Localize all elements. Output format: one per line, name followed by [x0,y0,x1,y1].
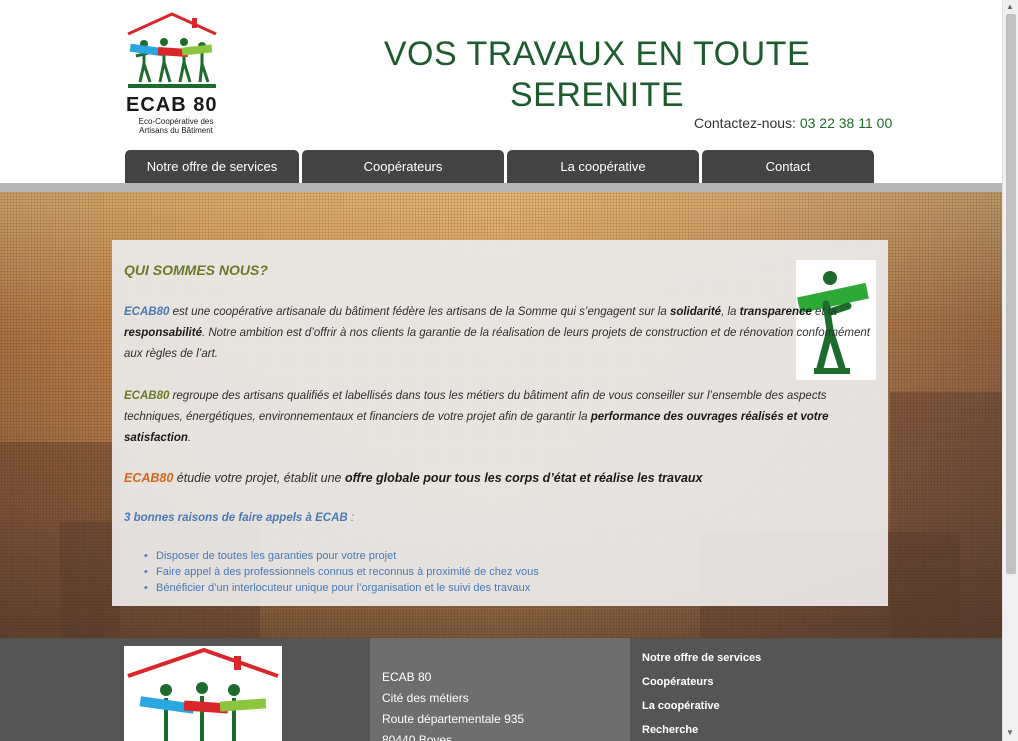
reasons-title: 3 bonnes raisons de faire appels à ECAB … [124,512,354,524]
scroll-down-arrow-icon[interactable]: ▼ [1006,728,1014,737]
brand-name: ECAB80 [124,390,170,402]
footer-link-cooperateurs[interactable]: Coopérateurs [642,670,761,694]
text-fragment: . Notre ambition est d’offrir à nos clie… [124,327,870,360]
text-fragment: est une coopérative artisanale du bâtime… [169,306,670,318]
brand-name: ECAB80 [124,471,174,485]
header-divider [0,183,1002,192]
about-paragraph-3: ECAB80 étudie votre projet, établit une … [124,468,880,489]
address-line: 80440 Boves [382,733,453,741]
about-paragraph-1: ECAB80 est une coopérative artisanale du… [124,302,880,365]
list-item: Faire appel à des professionnels connus … [140,564,539,580]
contact-label: Contactez-nous: [694,115,796,131]
footer-link-offre[interactable]: Notre offre de services [642,646,761,670]
reasons-title-text: 3 bonnes raisons de faire appels à ECAB [124,512,348,524]
hero-section: QUI SOMMES NOUS? ECAB80 est une coopérat… [0,192,1002,638]
footer-logo[interactable] [124,646,282,741]
nav-cooperateurs[interactable]: Coopérateurs [302,150,504,183]
text-bold: responsabilité [124,327,202,339]
text-bold: offre globale pour tous les corps d’état… [344,471,703,485]
text-bold: solidarité [669,306,722,318]
address-line: Route départementale 935 [382,712,525,726]
vertical-scrollbar[interactable]: ▲ ▼ [1002,0,1018,741]
nav-offre-services[interactable]: Notre offre de services [125,150,299,183]
text-fragment: , la [721,306,740,318]
site-footer: ECAB 80 Cité des métiers Route départeme… [0,638,1002,741]
footer-link-cooperative[interactable]: La coopérative [642,694,761,718]
reasons-title-suffix: : [347,512,355,524]
scroll-up-arrow-icon[interactable]: ▲ [1006,2,1014,11]
site-logo[interactable]: ECAB 80 Eco-Coopérative des Artisans du … [122,12,222,137]
nav-contact[interactable]: Contact [702,150,874,183]
address-line: Cité des métiers [382,691,469,705]
contact-phone[interactable]: 03 22 38 11 00 [800,115,892,131]
about-title: QUI SOMMES NOUS? [124,262,268,278]
footer-link-recherche[interactable]: Recherche [642,718,761,741]
scrollbar-thumb[interactable] [1006,14,1016,574]
house-workers-logo-icon [127,12,217,88]
logo-title: ECAB 80 [126,94,218,116]
text-fragment: étudie votre projet, établit une [173,471,345,485]
contact-line: Contactez-nous: 03 22 38 11 00 [694,115,892,131]
list-item: Disposer de toutes les garanties pour vo… [140,548,539,564]
logo-subtitle: Eco-Coopérative des Artisans du Bâtiment [138,117,214,135]
reasons-list: Disposer de toutes les garanties pour vo… [140,548,539,596]
text-fragment: et la [811,306,837,318]
site-header: ECAB 80 Eco-Coopérative des Artisans du … [0,0,1002,183]
page-headline: VOS TRAVAUX EN TOUTE SERENITE [383,35,811,114]
footer-address: ECAB 80 Cité des métiers Route départeme… [370,638,630,741]
about-card: QUI SOMMES NOUS? ECAB80 est une coopérat… [112,240,888,606]
brand-name: ECAB80 [124,306,170,318]
about-paragraph-2: ECAB80 regroupe des artisans qualifiés e… [124,386,880,449]
house-workers-logo-icon [127,647,279,741]
list-item: Bénéficier d’un interlocuteur unique pou… [140,580,539,596]
text-fragment: . [187,432,192,444]
text-bold: transparence [739,306,812,318]
address-line: ECAB 80 [382,670,432,684]
footer-links: Notre offre de services Coopérateurs La … [642,646,761,741]
nav-cooperative[interactable]: La coopérative [507,150,699,183]
